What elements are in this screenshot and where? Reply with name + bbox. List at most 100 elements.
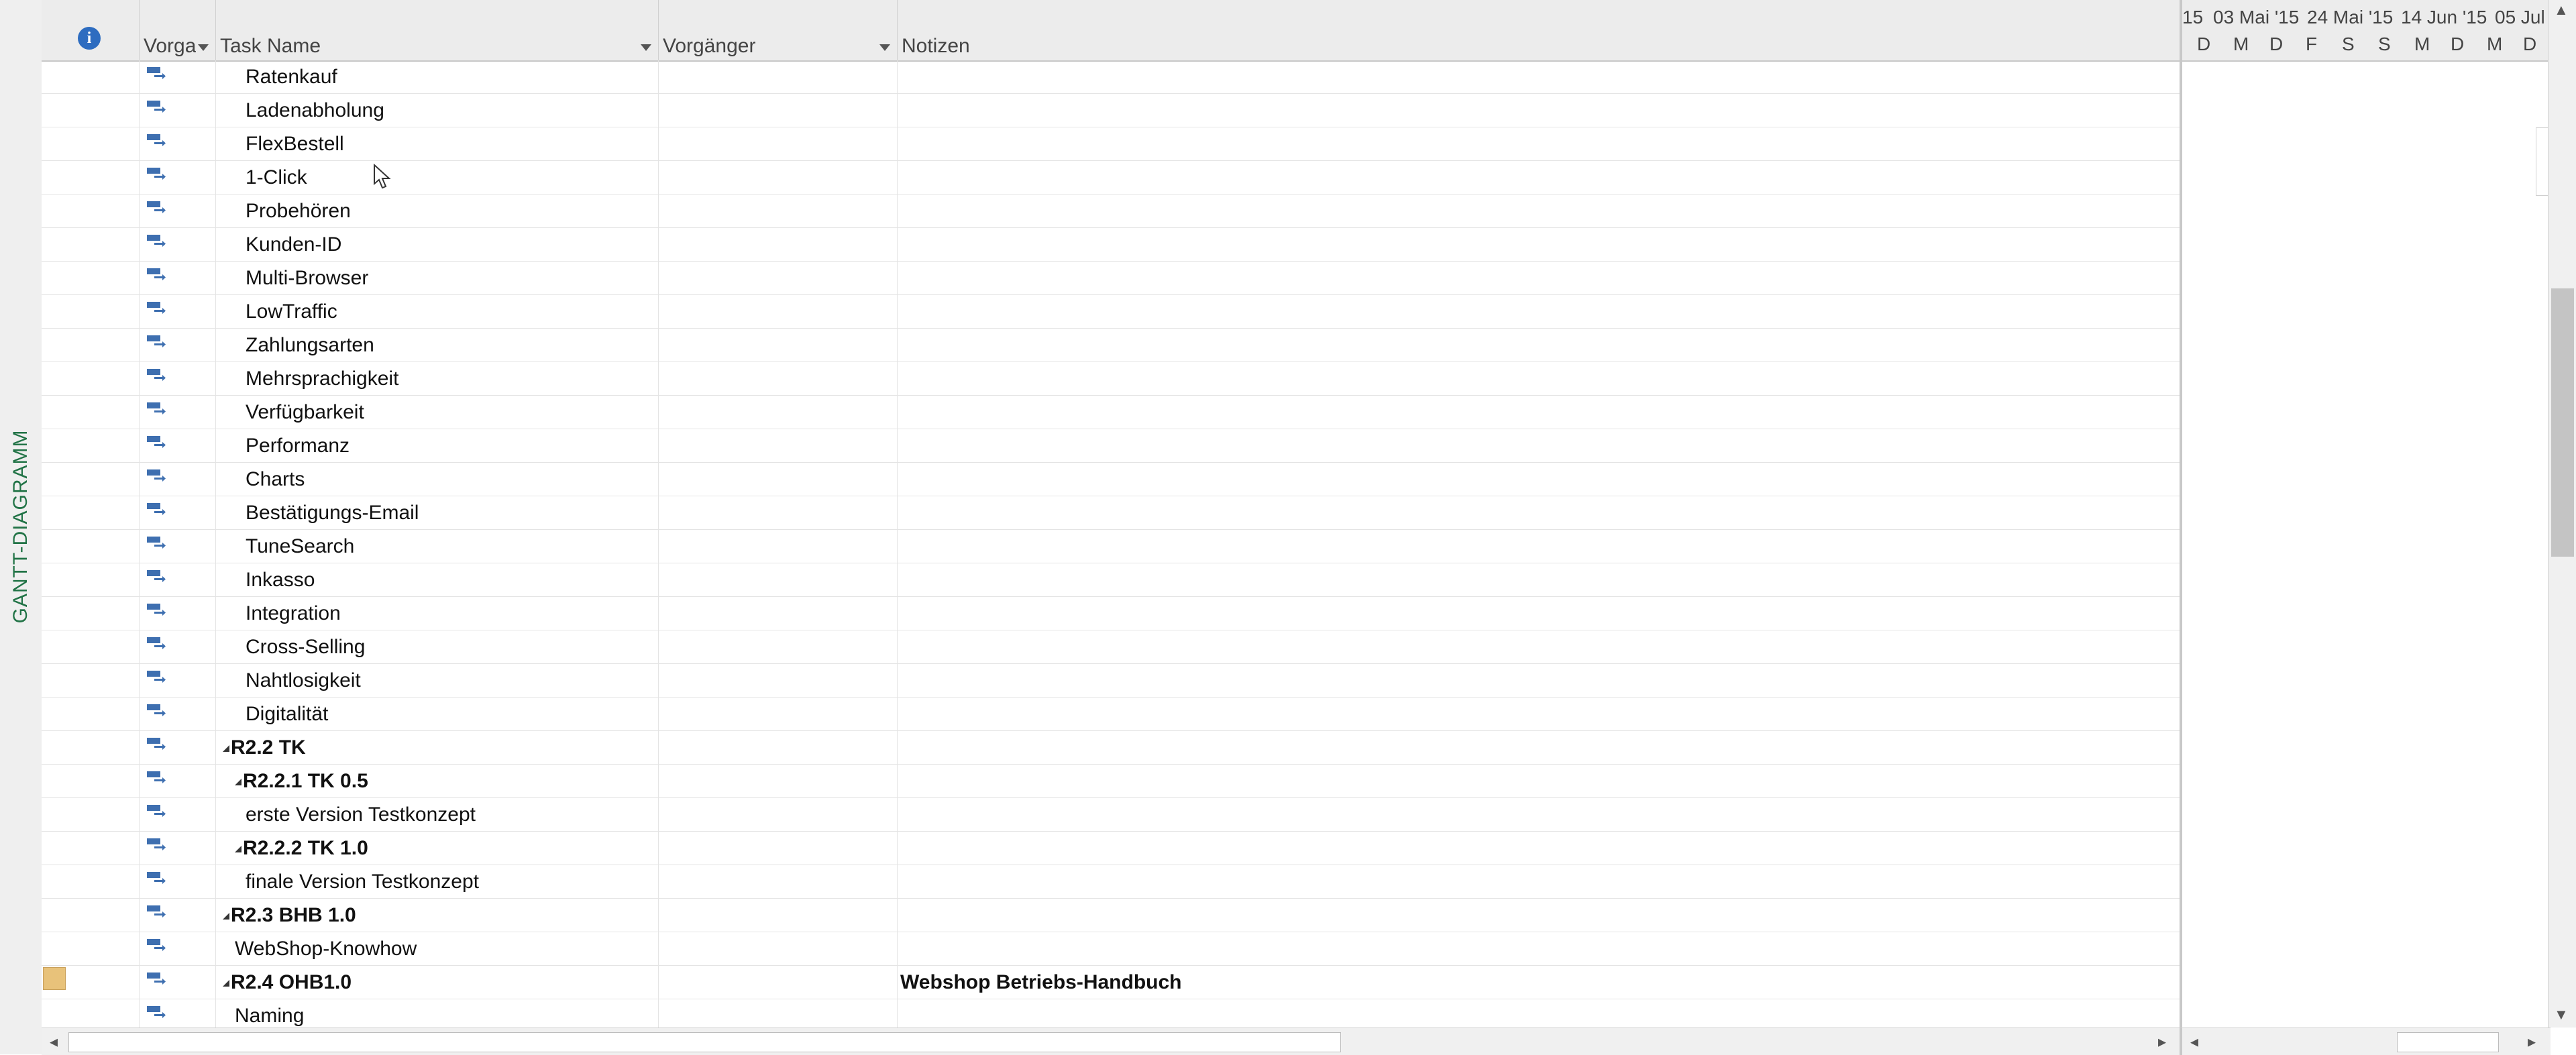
- task-name-cell[interactable]: Probehören: [216, 195, 659, 228]
- predecessors-column-header[interactable]: Vorgänger: [659, 0, 898, 60]
- table-row[interactable]: 35LowTraffic: [42, 295, 2180, 329]
- task-name-cell[interactable]: Mehrsprachigkeit: [216, 362, 659, 396]
- notes-cell[interactable]: [898, 161, 2180, 195]
- predecessors-cell[interactable]: [659, 932, 898, 966]
- indicators-cell[interactable]: [42, 832, 140, 865]
- table-row[interactable]: 36Zahlungsarten: [42, 329, 2180, 362]
- notes-cell[interactable]: [898, 60, 2180, 94]
- notes-cell[interactable]: [898, 496, 2180, 530]
- task-mode-cell[interactable]: [140, 664, 216, 698]
- table-row[interactable]: 46Nahtlosigkeit: [42, 664, 2180, 698]
- task-name-cell[interactable]: Bestätigungs-Email: [216, 496, 659, 530]
- task-mode-cell[interactable]: [140, 60, 216, 94]
- notes-cell[interactable]: [898, 899, 2180, 932]
- indicators-cell[interactable]: [42, 563, 140, 597]
- task-name-cell[interactable]: Performanz: [216, 429, 659, 463]
- notes-cell[interactable]: [898, 329, 2180, 362]
- task-mode-cell[interactable]: [140, 899, 216, 932]
- notes-cell[interactable]: [898, 228, 2180, 262]
- table-row[interactable]: 41Bestätigungs-Email: [42, 496, 2180, 530]
- predecessors-cell[interactable]: [659, 295, 898, 329]
- task-name-cell[interactable]: R2.2 TK: [216, 731, 659, 765]
- notes-cell[interactable]: [898, 765, 2180, 798]
- scroll-up-icon[interactable]: ▲: [2554, 1, 2569, 19]
- table-row[interactable]: 50erste Version Testkonzept: [42, 798, 2180, 832]
- gantt-horizontal-scroll-thumb[interactable]: [2397, 1032, 2499, 1052]
- sheet-horizontal-scroll-thumb[interactable]: [68, 1032, 1341, 1052]
- task-name-cell[interactable]: R2.2.2 TK 1.0: [216, 832, 659, 865]
- task-name-cell[interactable]: R2.4 OHB1.0: [216, 966, 659, 999]
- indicators-cell[interactable]: [42, 195, 140, 228]
- task-mode-cell[interactable]: [140, 195, 216, 228]
- indicators-cell[interactable]: [42, 463, 140, 496]
- predecessors-cell[interactable]: [659, 463, 898, 496]
- indicators-cell[interactable]: [42, 865, 140, 899]
- table-row[interactable]: 39Performanz: [42, 429, 2180, 463]
- task-name-cell[interactable]: Ratenkauf: [216, 60, 659, 94]
- table-row[interactable]: 47Digitalität: [42, 698, 2180, 731]
- scroll-down-icon[interactable]: ▼: [2554, 1006, 2569, 1023]
- predecessors-cell[interactable]: [659, 999, 898, 1028]
- notes-cell[interactable]: [898, 362, 2180, 396]
- table-row[interactable]: 44Integration: [42, 597, 2180, 630]
- task-name-cell[interactable]: Naming: [216, 999, 659, 1028]
- vertical-scroll-thumb[interactable]: [2551, 288, 2574, 557]
- task-mode-cell[interactable]: [140, 865, 216, 899]
- collapse-triangle-icon[interactable]: [235, 846, 241, 853]
- scroll-left-icon[interactable]: ◂: [2190, 1032, 2198, 1052]
- table-row[interactable]: 51R2.2.2 TK 1.0: [42, 832, 2180, 865]
- notes-cell[interactable]: [898, 999, 2180, 1028]
- table-row[interactable]: 37Mehrsprachigkeit: [42, 362, 2180, 396]
- notes-cell[interactable]: [898, 865, 2180, 899]
- task-mode-cell[interactable]: [140, 999, 216, 1028]
- predecessors-cell[interactable]: [659, 597, 898, 630]
- collapse-triangle-icon[interactable]: [235, 779, 241, 786]
- chevron-down-icon[interactable]: [198, 44, 209, 51]
- task-mode-cell[interactable]: [140, 94, 216, 127]
- table-row[interactable]: 40Charts: [42, 463, 2180, 496]
- task-name-cell[interactable]: Zahlungsarten: [216, 329, 659, 362]
- task-name-cell[interactable]: Kunden-ID: [216, 228, 659, 262]
- gantt-horizontal-scrollbar[interactable]: ◂ ▸: [2180, 1028, 2551, 1055]
- notes-cell[interactable]: [898, 664, 2180, 698]
- indicators-cell[interactable]: [42, 966, 140, 999]
- notes-cell[interactable]: [898, 832, 2180, 865]
- task-name-cell[interactable]: R2.2.1 TK 0.5: [216, 765, 659, 798]
- indicators-cell[interactable]: [42, 161, 140, 195]
- predecessors-cell[interactable]: [659, 496, 898, 530]
- task-mode-cell[interactable]: [140, 161, 216, 195]
- task-mode-cell[interactable]: [140, 329, 216, 362]
- notes-cell[interactable]: [898, 463, 2180, 496]
- collapse-triangle-icon[interactable]: [223, 980, 229, 987]
- task-name-cell[interactable]: Ladenabholung: [216, 94, 659, 127]
- task-mode-cell[interactable]: [140, 463, 216, 496]
- notes-cell[interactable]: Webshop Betriebs-Handbuch: [898, 966, 2180, 999]
- indicators-cell[interactable]: [42, 999, 140, 1028]
- notes-cell[interactable]: [898, 429, 2180, 463]
- task-name-cell[interactable]: Digitalität: [216, 698, 659, 731]
- notes-cell[interactable]: [898, 262, 2180, 295]
- task-name-cell[interactable]: R2.3 BHB 1.0: [216, 899, 659, 932]
- table-row[interactable]: 29Ladenabholung: [42, 94, 2180, 127]
- predecessors-cell[interactable]: [659, 228, 898, 262]
- chevron-down-icon[interactable]: [641, 44, 651, 51]
- task-name-cell[interactable]: Inkasso: [216, 563, 659, 597]
- notes-cell[interactable]: [898, 798, 2180, 832]
- task-name-cell[interactable]: TuneSearch: [216, 530, 659, 563]
- predecessors-cell[interactable]: [659, 362, 898, 396]
- predecessors-cell[interactable]: [659, 329, 898, 362]
- indicators-cell[interactable]: [42, 731, 140, 765]
- notes-cell[interactable]: [898, 94, 2180, 127]
- predecessors-cell[interactable]: [659, 530, 898, 563]
- task-mode-cell[interactable]: [140, 127, 216, 161]
- task-name-cell[interactable]: Cross-Selling: [216, 630, 659, 664]
- predecessors-cell[interactable]: [659, 798, 898, 832]
- predecessors-cell[interactable]: [659, 262, 898, 295]
- task-mode-cell[interactable]: [140, 798, 216, 832]
- task-mode-cell[interactable]: [140, 530, 216, 563]
- task-mode-cell[interactable]: [140, 932, 216, 966]
- predecessors-cell[interactable]: [659, 195, 898, 228]
- predecessors-cell[interactable]: [659, 664, 898, 698]
- predecessors-cell[interactable]: [659, 765, 898, 798]
- predecessors-cell[interactable]: [659, 127, 898, 161]
